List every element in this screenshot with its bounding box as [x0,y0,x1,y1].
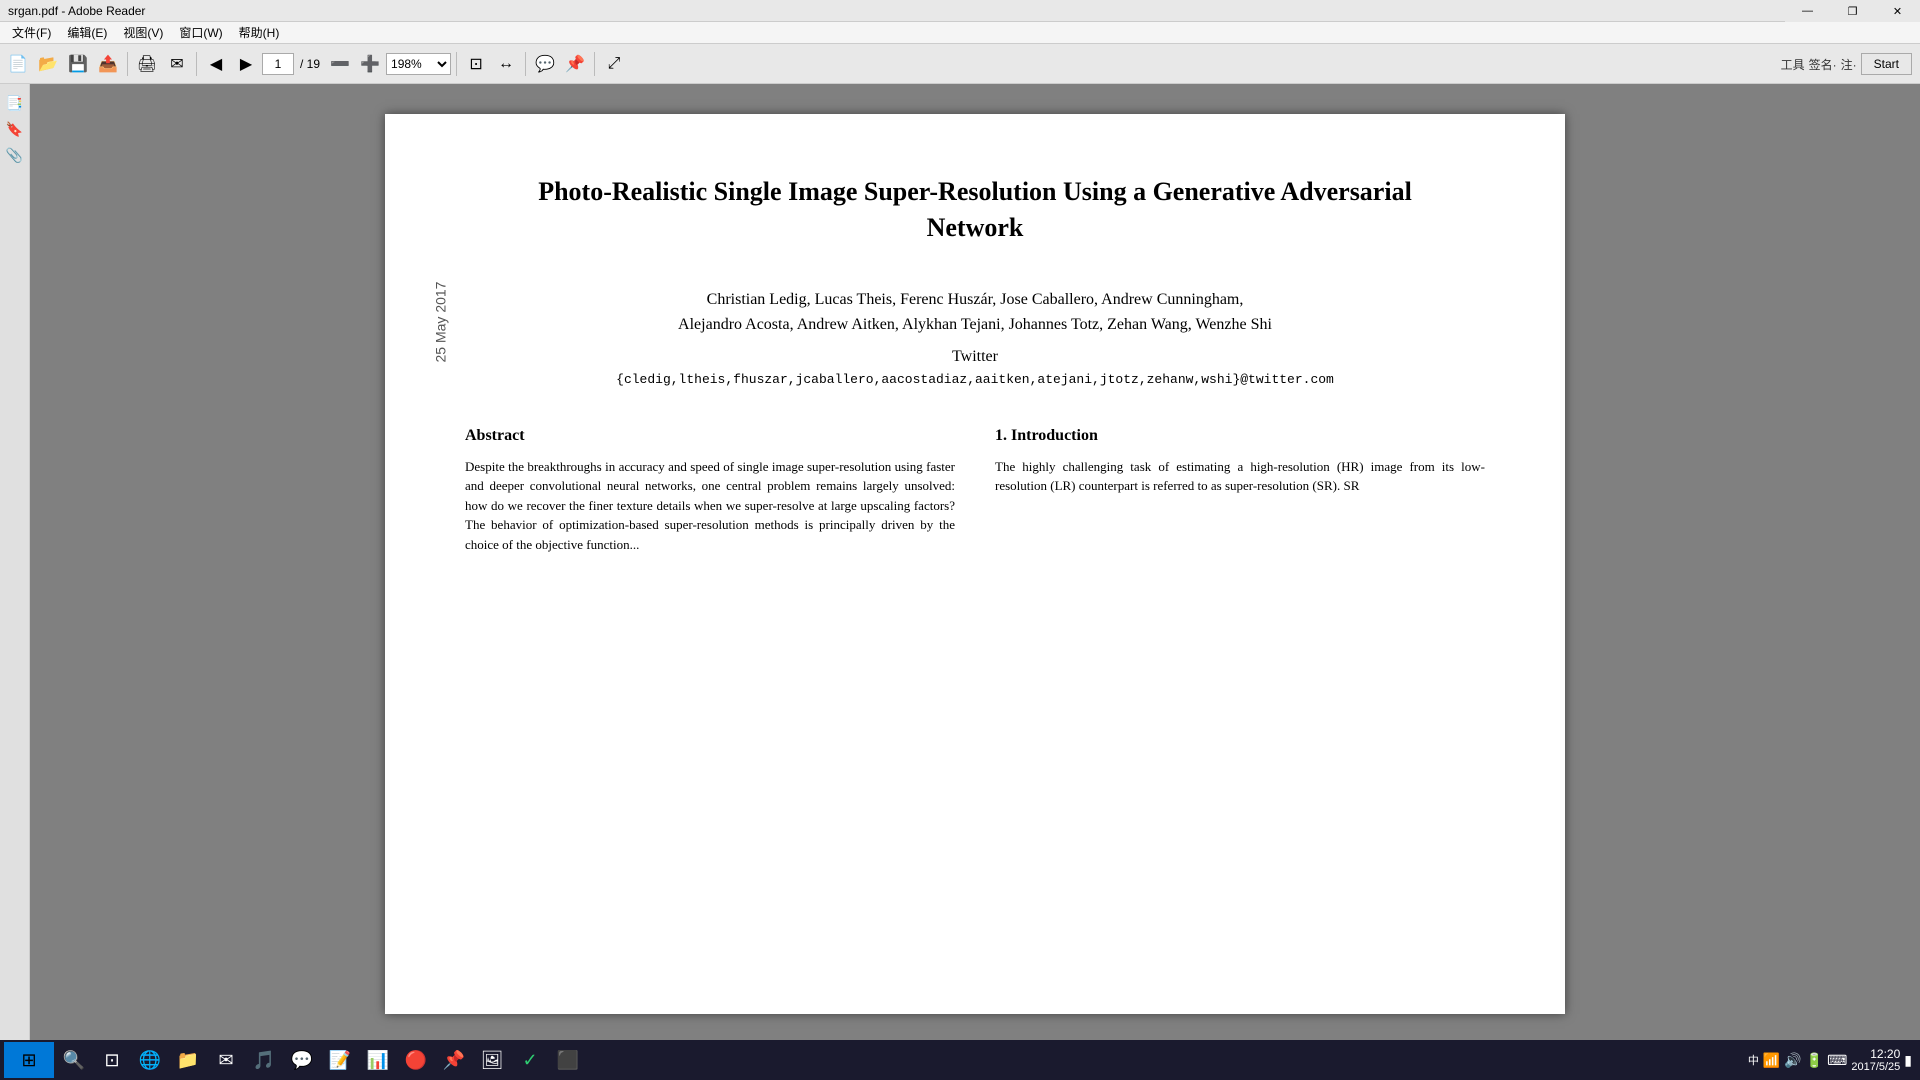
page-total: / 19 [296,57,324,71]
taskbar-lang: 中 [1748,1052,1759,1068]
fit-page-btn[interactable]: ⊡ [462,50,490,78]
taskbar-photo[interactable]: 🖼 [474,1042,510,1078]
title-bar-controls: — ❐ ✕ [1785,0,1920,22]
intro-heading: 1. Introduction [995,427,1485,445]
date-display: 2017/5/25 [1851,1061,1900,1073]
taskbar-start-btn[interactable]: ⊞ [4,1042,54,1078]
taskbar-search[interactable]: 🔍 [56,1042,92,1078]
sign-label: 签名· [1809,56,1837,73]
taskbar-time: 12:20 2017/5/25 [1851,1047,1900,1073]
stamp-btn[interactable]: 📌 [561,50,589,78]
fit-width-btn[interactable]: ↔ [492,50,520,78]
taskbar-network-icon: 📶 [1763,1052,1780,1069]
time-display: 12:20 [1851,1047,1900,1061]
next-page-btn[interactable]: ▶ [232,50,260,78]
zoom-select[interactable]: 198% 100% 150% 75% [386,53,451,75]
zoom-out-btn[interactable]: ➖ [326,50,354,78]
taskbar-keyboard-icon: ⌨ [1827,1052,1847,1069]
taskbar-task-view[interactable]: ⊡ [94,1042,130,1078]
intro-text: The highly challenging task of estimatin… [995,457,1485,496]
side-panel: 📑 🔖 📎 [0,84,30,1040]
close-button[interactable]: ✕ [1875,0,1920,22]
bookmarks-btn[interactable]: 🔖 [4,118,26,140]
taskbar-chat[interactable]: 💬 [284,1042,320,1078]
export-btn[interactable]: 📤 [94,50,122,78]
abstract-heading: Abstract [465,427,955,445]
authors-line1: Christian Ledig, Lucas Theis, Ferenc Hus… [707,291,1244,308]
minimize-button[interactable]: — [1785,0,1830,22]
maximize-button[interactable]: ❐ [1830,0,1875,22]
thumbnails-btn[interactable]: 📑 [4,92,26,114]
layers-btn[interactable]: 📎 [4,144,26,166]
sep2 [196,52,197,76]
menu-view[interactable]: 视图(V) [115,22,171,43]
tools-label: 工具 [1781,56,1805,73]
menu-window[interactable]: 窗口(W) [171,22,230,43]
expand-btn[interactable]: ⤢ [600,50,628,78]
paper-title: Photo-Realistic Single Image Super-Resol… [465,174,1485,247]
taskbar-battery-icon: 🔋 [1806,1052,1823,1069]
show-desktop-btn[interactable]: ▮ [1904,1052,1912,1069]
sep5 [594,52,595,76]
taskbar-music[interactable]: 🎵 [246,1042,282,1078]
title-line1: Photo-Realistic Single Image Super-Resol… [538,177,1412,206]
page-number-input[interactable] [262,53,294,75]
taskbar-right: 中 📶 🔊 🔋 ⌨ 12:20 2017/5/25 ▮ [1740,1040,1920,1080]
taskbar: ⊞ 🔍 ⊡ 🌐 📁 ✉ 🎵 💬 📝 📊 🔴 📌 🖼 ✓ ⬛ 中 📶 🔊 🔋 ⌨ … [0,1040,1920,1080]
open-btn[interactable]: 📂 [34,50,62,78]
taskbar-excel[interactable]: 📊 [360,1042,396,1078]
taskbar-pin[interactable]: 📌 [436,1042,472,1078]
taskbar-edge[interactable]: 🌐 [132,1042,168,1078]
sep1 [127,52,128,76]
menu-file[interactable]: 文件(F) [4,22,59,43]
note-label: 注· [1841,56,1857,73]
paper-authors: Christian Ledig, Lucas Theis, Ferenc Hus… [465,287,1485,338]
page-nav: / 19 [262,53,324,75]
two-column-section: Abstract Despite the breakthroughs in ac… [465,427,1485,555]
taskbar-more[interactable]: ✓ [512,1042,548,1078]
new-btn[interactable]: 📄 [4,50,32,78]
menu-edit[interactable]: 编辑(E) [59,22,115,43]
toolbar: 📄 📂 💾 📤 🖨 ✉ ◀ ▶ / 19 ➖ ➕ 198% 100% 150% … [0,44,1920,84]
sep4 [525,52,526,76]
paper-affiliation: Twitter [465,348,1485,366]
zoom-in-btn[interactable]: ➕ [356,50,384,78]
abstract-text: Despite the breakthroughs in accuracy an… [465,457,955,555]
title-line2: Network [927,213,1024,242]
introduction-column: 1. Introduction The highly challenging t… [995,427,1485,555]
taskbar-acrobat[interactable]: 🔴 [398,1042,434,1078]
comment-btn[interactable]: 💬 [531,50,559,78]
taskbar-volume-icon: 🔊 [1784,1052,1801,1069]
taskbar-explorer[interactable]: 📁 [170,1042,206,1078]
right-toolbar: 工具 签名· 注· Start [1773,44,1920,84]
taskbar-notepad[interactable]: 📝 [322,1042,358,1078]
email-btn[interactable]: ✉ [163,50,191,78]
prev-page-btn[interactable]: ◀ [202,50,230,78]
window-title: srgan.pdf - Adobe Reader [8,4,145,18]
taskbar-sys-icons: 中 📶 🔊 🔋 ⌨ [1748,1052,1848,1069]
sep3 [456,52,457,76]
pdf-page: 25 May 2017 Photo-Realistic Single Image… [385,114,1565,1014]
abstract-column: Abstract Despite the breakthroughs in ac… [465,427,955,555]
title-bar: srgan.pdf - Adobe Reader — ❐ ✕ [0,0,1920,22]
print-btn[interactable]: 🖨 [133,50,161,78]
taskbar-mail[interactable]: ✉ [208,1042,244,1078]
paper-email: {cledig,ltheis,fhuszar,jcaballero,aacost… [465,372,1485,387]
authors-line2: Alejandro Acosta, Andrew Aitken, Alykhan… [678,316,1272,333]
menu-help[interactable]: 帮助(H) [231,22,288,43]
save-btn[interactable]: 💾 [64,50,92,78]
main-area: 25 May 2017 Photo-Realistic Single Image… [30,84,1920,1040]
start-button[interactable]: Start [1861,53,1912,75]
menu-bar: 文件(F) 编辑(E) 视图(V) 窗口(W) 帮助(H) [0,22,1920,44]
taskbar-cmd[interactable]: ⬛ [550,1042,586,1078]
date-stamp: 25 May 2017 [432,282,448,363]
